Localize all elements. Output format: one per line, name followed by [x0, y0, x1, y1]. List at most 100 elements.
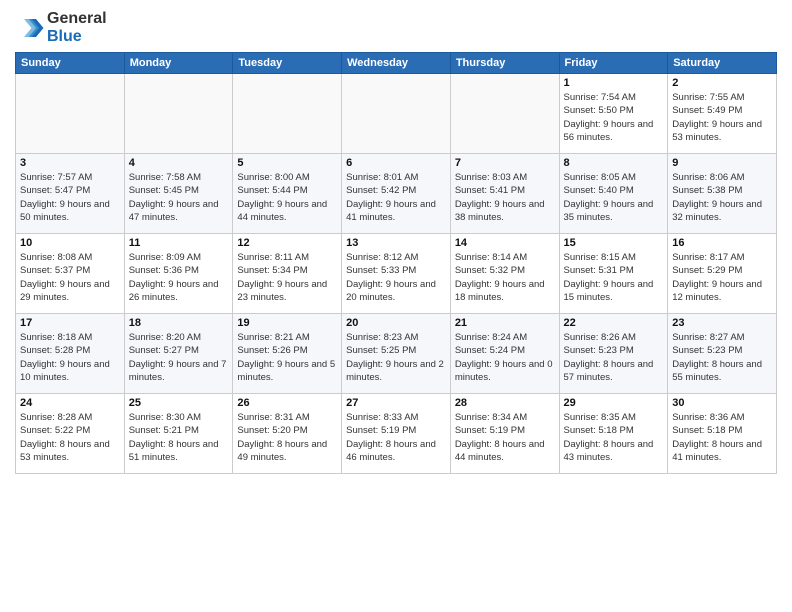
- calendar-cell: 24Sunrise: 8:28 AM Sunset: 5:22 PM Dayli…: [16, 394, 125, 474]
- calendar-cell: [124, 74, 233, 154]
- calendar-cell: 6 Sunrise: 8:01 AM Sunset: 5:42 PM Daylig…: [342, 154, 451, 234]
- day-info: Sunrise: 8:31 AM Sunset: 5:20 PM Dayligh…: [237, 411, 337, 464]
- calendar-header-wednesday: Wednesday: [342, 53, 451, 74]
- day-info: Sunrise: 8:21 AM Sunset: 5:26 PM Dayligh…: [237, 331, 337, 384]
- day-info: Sunrise: 8:34 AM Sunset: 5:19 PM Dayligh…: [455, 411, 555, 464]
- calendar-cell: 12 Sunrise: 8:11 AM Sunset: 5:34 PM Dayli…: [233, 234, 342, 314]
- day-info: Sunrise: 8:27 AM Sunset: 5:23 PM Dayligh…: [672, 331, 772, 384]
- logo-icon: [15, 13, 45, 43]
- calendar-cell: [450, 74, 559, 154]
- calendar-cell: 11 Sunrise: 8:09 AM Sunset: 5:36 PM Dayli…: [124, 234, 233, 314]
- calendar-week-4: 24Sunrise: 8:28 AM Sunset: 5:22 PM Dayli…: [16, 394, 777, 474]
- day-info: Sunrise: 8:11 AM Sunset: 5:34 PM Dayligh…: [237, 251, 337, 304]
- day-info: Sunrise: 8:06 AM Sunset: 5:38 PM Dayligh…: [672, 171, 772, 224]
- day-info: Sunrise: 8:05 AM Sunset: 5:40 PM Dayligh…: [564, 171, 664, 224]
- day-info: Sunrise: 8:15 AM Sunset: 5:31 PM Dayligh…: [564, 251, 664, 304]
- day-number: 28: [455, 397, 555, 409]
- calendar-cell: 1Sunrise: 7:54 AM Sunset: 5:50 PM Daylig…: [559, 74, 668, 154]
- calendar-cell: 13 Sunrise: 8:12 AM Sunset: 5:33 PM Dayli…: [342, 234, 451, 314]
- day-number: 8: [564, 157, 664, 169]
- day-number: 2: [672, 77, 772, 89]
- calendar-cell: 20 Sunrise: 8:23 AM Sunset: 5:25 PM Dayli…: [342, 314, 451, 394]
- day-number: 25: [129, 397, 229, 409]
- day-number: 21: [455, 317, 555, 329]
- day-info: Sunrise: 8:30 AM Sunset: 5:21 PM Dayligh…: [129, 411, 229, 464]
- day-info: Sunrise: 8:12 AM Sunset: 5:33 PM Dayligh…: [346, 251, 446, 304]
- calendar-cell: 9 Sunrise: 8:06 AM Sunset: 5:38 PM Daylig…: [668, 154, 777, 234]
- calendar-cell: 27Sunrise: 8:33 AM Sunset: 5:19 PM Dayli…: [342, 394, 451, 474]
- day-number: 19: [237, 317, 337, 329]
- day-number: 22: [564, 317, 664, 329]
- logo-text: General Blue: [47, 10, 107, 46]
- calendar-header-saturday: Saturday: [668, 53, 777, 74]
- day-info: Sunrise: 8:01 AM Sunset: 5:42 PM Dayligh…: [346, 171, 446, 224]
- day-info: Sunrise: 8:23 AM Sunset: 5:25 PM Dayligh…: [346, 331, 446, 384]
- day-number: 24: [20, 397, 120, 409]
- calendar-week-1: 3Sunrise: 7:57 AM Sunset: 5:47 PM Daylig…: [16, 154, 777, 234]
- day-info: Sunrise: 8:26 AM Sunset: 5:23 PM Dayligh…: [564, 331, 664, 384]
- day-number: 26: [237, 397, 337, 409]
- day-info: Sunrise: 8:35 AM Sunset: 5:18 PM Dayligh…: [564, 411, 664, 464]
- calendar-cell: 26 Sunrise: 8:31 AM Sunset: 5:20 PM Dayli…: [233, 394, 342, 474]
- calendar-cell: 16 Sunrise: 8:17 AM Sunset: 5:29 PM Dayli…: [668, 234, 777, 314]
- calendar-cell: 7 Sunrise: 8:03 AM Sunset: 5:41 PM Daylig…: [450, 154, 559, 234]
- calendar-week-2: 10Sunrise: 8:08 AM Sunset: 5:37 PM Dayli…: [16, 234, 777, 314]
- day-number: 6: [346, 157, 446, 169]
- calendar-table: SundayMondayTuesdayWednesdayThursdayFrid…: [15, 52, 777, 474]
- calendar-cell: 8 Sunrise: 8:05 AM Sunset: 5:40 PM Daylig…: [559, 154, 668, 234]
- calendar-cell: 14 Sunrise: 8:14 AM Sunset: 5:32 PM Dayli…: [450, 234, 559, 314]
- day-info: Sunrise: 8:24 AM Sunset: 5:24 PM Dayligh…: [455, 331, 555, 384]
- calendar-week-3: 17Sunrise: 8:18 AM Sunset: 5:28 PM Dayli…: [16, 314, 777, 394]
- logo: General Blue: [15, 10, 107, 46]
- day-number: 15: [564, 237, 664, 249]
- day-number: 7: [455, 157, 555, 169]
- calendar-cell: 10Sunrise: 8:08 AM Sunset: 5:37 PM Dayli…: [16, 234, 125, 314]
- page: General Blue SundayMondayTuesdayWednesda…: [0, 0, 792, 612]
- calendar-cell: 18 Sunrise: 8:20 AM Sunset: 5:27 PM Dayli…: [124, 314, 233, 394]
- calendar-cell: 17Sunrise: 8:18 AM Sunset: 5:28 PM Dayli…: [16, 314, 125, 394]
- day-number: 23: [672, 317, 772, 329]
- day-info: Sunrise: 8:20 AM Sunset: 5:27 PM Dayligh…: [129, 331, 229, 384]
- header: General Blue: [15, 10, 777, 46]
- calendar-cell: [16, 74, 125, 154]
- calendar-cell: 25 Sunrise: 8:30 AM Sunset: 5:21 PM Dayli…: [124, 394, 233, 474]
- day-number: 18: [129, 317, 229, 329]
- day-number: 14: [455, 237, 555, 249]
- day-number: 20: [346, 317, 446, 329]
- calendar-cell: 23 Sunrise: 8:27 AM Sunset: 5:23 PM Dayli…: [668, 314, 777, 394]
- day-info: Sunrise: 8:09 AM Sunset: 5:36 PM Dayligh…: [129, 251, 229, 304]
- calendar-cell: [342, 74, 451, 154]
- day-number: 5: [237, 157, 337, 169]
- day-info: Sunrise: 8:03 AM Sunset: 5:41 PM Dayligh…: [455, 171, 555, 224]
- day-number: 10: [20, 237, 120, 249]
- calendar-header-row: SundayMondayTuesdayWednesdayThursdayFrid…: [16, 53, 777, 74]
- calendar-cell: 3Sunrise: 7:57 AM Sunset: 5:47 PM Daylig…: [16, 154, 125, 234]
- day-number: 16: [672, 237, 772, 249]
- day-number: 17: [20, 317, 120, 329]
- calendar-week-0: 1Sunrise: 7:54 AM Sunset: 5:50 PM Daylig…: [16, 74, 777, 154]
- calendar-cell: 21 Sunrise: 8:24 AM Sunset: 5:24 PM Dayli…: [450, 314, 559, 394]
- day-info: Sunrise: 8:14 AM Sunset: 5:32 PM Dayligh…: [455, 251, 555, 304]
- calendar-cell: 4Sunrise: 7:58 AM Sunset: 5:45 PM Daylig…: [124, 154, 233, 234]
- day-info: Sunrise: 7:55 AM Sunset: 5:49 PM Dayligh…: [672, 91, 772, 144]
- day-number: 11: [129, 237, 229, 249]
- day-info: Sunrise: 8:36 AM Sunset: 5:18 PM Dayligh…: [672, 411, 772, 464]
- day-info: Sunrise: 8:33 AM Sunset: 5:19 PM Dayligh…: [346, 411, 446, 464]
- day-number: 29: [564, 397, 664, 409]
- calendar-cell: 15 Sunrise: 8:15 AM Sunset: 5:31 PM Dayli…: [559, 234, 668, 314]
- calendar-cell: 22 Sunrise: 8:26 AM Sunset: 5:23 PM Dayli…: [559, 314, 668, 394]
- day-info: Sunrise: 8:17 AM Sunset: 5:29 PM Dayligh…: [672, 251, 772, 304]
- day-info: Sunrise: 8:00 AM Sunset: 5:44 PM Dayligh…: [237, 171, 337, 224]
- calendar-header-thursday: Thursday: [450, 53, 559, 74]
- calendar-header-tuesday: Tuesday: [233, 53, 342, 74]
- calendar-cell: 28 Sunrise: 8:34 AM Sunset: 5:19 PM Dayli…: [450, 394, 559, 474]
- day-number: 4: [129, 157, 229, 169]
- day-number: 12: [237, 237, 337, 249]
- calendar-cell: [233, 74, 342, 154]
- calendar-cell: 19 Sunrise: 8:21 AM Sunset: 5:26 PM Dayli…: [233, 314, 342, 394]
- day-number: 9: [672, 157, 772, 169]
- calendar-cell: 2 Sunrise: 7:55 AM Sunset: 5:49 PM Daylig…: [668, 74, 777, 154]
- day-number: 30: [672, 397, 772, 409]
- calendar-cell: 30 Sunrise: 8:36 AM Sunset: 5:18 PM Dayli…: [668, 394, 777, 474]
- day-number: 13: [346, 237, 446, 249]
